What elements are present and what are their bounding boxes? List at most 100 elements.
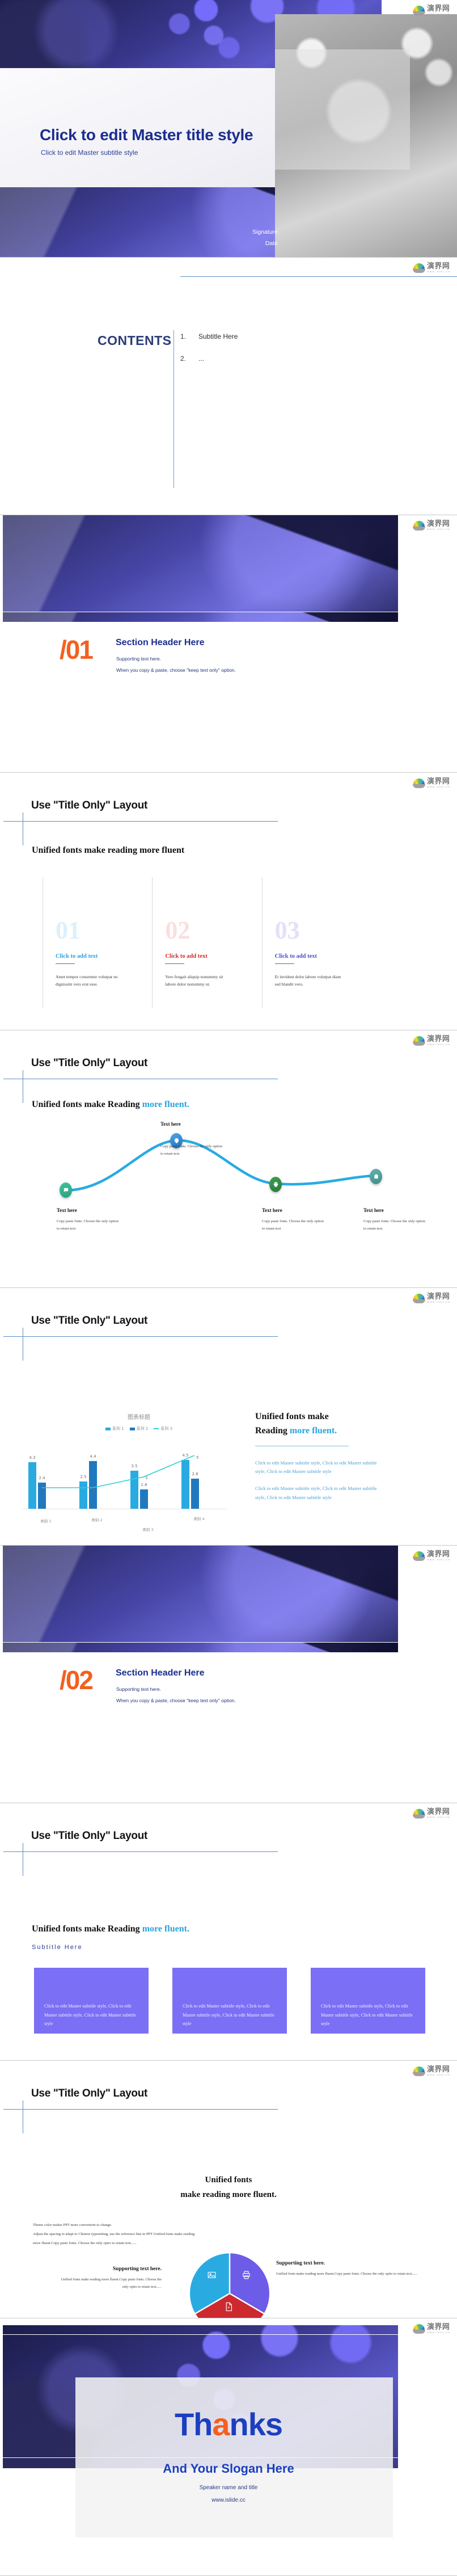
thanks-slogan[interactable]: And Your Slogan Here: [0, 2461, 457, 2476]
slide-three-numbers: Use "Title Only" Layout Unified fonts ma…: [0, 773, 457, 1030]
list-item-number: 1.: [180, 332, 187, 340]
timeline-node-3[interactable]: [269, 1177, 282, 1192]
lead-line-2: make reading more fluent.: [180, 2190, 277, 2199]
lead-text-accent: more fluent.: [142, 1924, 189, 1934]
column-02[interactable]: 02 Click to add text Vero feugait aliqui…: [152, 877, 261, 1008]
column-03[interactable]: 03 Click to add text Et invidunt dolor l…: [261, 877, 371, 1008]
column-heading[interactable]: Click to add text: [56, 953, 144, 959]
pie-caption-body: Unified fonts make reading more fluent.C…: [276, 2272, 417, 2276]
lead-line-2-plain: Reading: [255, 1425, 290, 1436]
contents-list: 1. Subtitle Here 2. ...: [180, 332, 384, 377]
ppt-file-icon: P: [223, 2301, 234, 2312]
watermark-cn-text: 演界网: [426, 2323, 450, 2331]
section-photo: [3, 515, 398, 616]
list-item[interactable]: 1. Subtitle Here: [180, 332, 384, 340]
timeline-node-4[interactable]: [370, 1169, 382, 1184]
card-1[interactable]: Click to edit Master subtitle style, Cli…: [34, 1968, 149, 2034]
thanks-part-accent: a: [212, 2406, 230, 2442]
legend-swatch: [129, 1427, 135, 1430]
yanjie-watermark: 演界网 WWW.YANJ.CN: [412, 1293, 450, 1303]
thanks-title: Thanks: [0, 2406, 457, 2443]
contents-heading: CONTENTS: [98, 333, 172, 348]
lead-line-2-accent: more fluent.: [289, 1425, 337, 1436]
section-support-line-1: Supporting text here.: [116, 1686, 161, 1692]
thanks-panel: [75, 2377, 393, 2537]
pie-chart: P: [187, 2251, 272, 2318]
rainbow-arc-icon: [412, 6, 425, 15]
grayscale-photo-overlay: [275, 49, 410, 170]
watermark-cn-text: 演界网: [426, 1035, 450, 1043]
column-heading[interactable]: Click to add text: [165, 953, 253, 959]
chart-xlabel: 类别 4: [193, 1517, 205, 1521]
chat-icon: [64, 1188, 68, 1193]
column-heading[interactable]: Click to add text: [275, 953, 363, 959]
page-title[interactable]: Use "Title Only" Layout: [31, 1830, 147, 1842]
intro-line-3: more fluent.Copy paste fonts. Choose the…: [33, 2241, 137, 2246]
lead-line-1: Unified fonts make: [255, 1412, 329, 1421]
legend-line-swatch: [154, 1428, 159, 1429]
section-heading[interactable]: Section Header Here: [116, 638, 205, 648]
lead-line-1: Unified fonts: [205, 2175, 252, 2184]
printer-icon: [273, 1182, 278, 1187]
intro-paragraph: Theme color makes PPT more convenient to…: [33, 2221, 299, 2248]
section-photo: [3, 1546, 398, 1647]
column-number: 03: [274, 916, 300, 944]
page-title[interactable]: Use "Title Only" Layout: [31, 1315, 147, 1327]
legend-label: 系列 3: [160, 1426, 173, 1431]
legend-label: 系列 1: [112, 1426, 124, 1431]
briefcase-icon: [374, 1174, 378, 1179]
page-title[interactable]: Click to edit Master title style: [40, 126, 253, 144]
header-rule: [180, 276, 457, 277]
legend-swatch: [105, 1427, 111, 1430]
section-heading[interactable]: Section Header Here: [116, 1668, 205, 1678]
intro-line-1: Theme color makes PPT more convenient to…: [33, 2223, 112, 2227]
lead-text: Unified fonts make Reading more fluent.: [32, 1924, 189, 1934]
svg-text:P: P: [227, 2306, 230, 2310]
legend-item-series3[interactable]: 系列 3: [154, 1426, 172, 1432]
timeline-node-1[interactable]: [60, 1182, 72, 1198]
page-title[interactable]: Use "Title Only" Layout: [31, 1057, 147, 1070]
pie-caption-body: Unified fonts make reading more fluent.C…: [61, 2278, 162, 2289]
timeline-label-4: Text here: [363, 1207, 384, 1213]
card-body: Click to edit Master subtitle style, Cli…: [183, 2003, 274, 2026]
watermark-url-text: WWW.YANJ.CN: [426, 2073, 450, 2076]
rainbow-arc-icon: [412, 2066, 425, 2076]
thanks-part-a: Th: [174, 2406, 213, 2442]
slide-section-02: /02 Section Header Here Supporting text …: [0, 1546, 457, 1803]
rainbow-arc-icon: [412, 1294, 425, 1303]
card-3[interactable]: Click to edit Master subtitle style, Cli…: [311, 1968, 425, 2034]
timeline-body-3: Copy paste fonts. Choose the only option…: [262, 1219, 324, 1231]
watermark-url-text: WWW.YANJ.CN: [426, 1558, 450, 1561]
watermark-cn-text: 演界网: [426, 1550, 450, 1559]
page-subtitle[interactable]: Click to edit Master subtitle style: [41, 149, 138, 157]
list-item[interactable]: 2. ...: [180, 355, 384, 363]
rainbow-arc-icon: [412, 2324, 425, 2334]
thanks-speaker: Speaker name and title: [199, 2485, 258, 2491]
legend-item-series1[interactable]: 系列 1: [105, 1426, 124, 1432]
column-body: Et invidunt dolor labore volutpat diam s…: [274, 974, 341, 987]
page-title[interactable]: Use "Title Only" Layout: [31, 799, 147, 812]
yanjie-watermark: 演界网 WWW.YANJ.CN: [412, 5, 450, 15]
column-divider: [165, 963, 185, 964]
column-01[interactable]: 01 Click to add text Amet tempor consete…: [43, 877, 152, 1008]
card-2[interactable]: Click to edit Master subtitle style, Cli…: [172, 1968, 287, 2034]
watermark-url-text: WWW.YANJ.CN: [426, 1816, 450, 1819]
printer-icon: [240, 2269, 252, 2280]
watermark-cn-text: 演界网: [426, 5, 450, 13]
slide-thanks: Thanks And Your Slogan Here Speaker name…: [0, 2318, 457, 2575]
rainbow-arc-icon: [412, 1809, 425, 1819]
legend-item-series2[interactable]: 系列 2: [129, 1426, 148, 1432]
yanjie-watermark: 演界网 WWW.YANJ.CN: [412, 2066, 450, 2076]
chart-xlabel: 类别 2: [91, 1518, 103, 1522]
watermark-url-text: WWW.YANJ.CN: [426, 270, 450, 273]
section-number: /02: [60, 1665, 94, 1695]
thanks-part-c: nks: [229, 2406, 283, 2442]
thanks-url[interactable]: www.islide.cc: [0, 2497, 457, 2503]
timeline-body-2: Copy paste fonts. Choose the only option…: [160, 1144, 222, 1156]
list-item-number: 2.: [180, 355, 187, 363]
rainbow-arc-icon: [412, 263, 425, 273]
yanjie-watermark: 演界网 WWW.YANJ.CN: [412, 1808, 450, 1819]
page-title[interactable]: Use "Title Only" Layout: [31, 2087, 147, 2100]
rainbow-arc-icon: [412, 1036, 425, 1046]
chart-side-text: Unified fonts make Reading more fluent. …: [255, 1410, 425, 1510]
